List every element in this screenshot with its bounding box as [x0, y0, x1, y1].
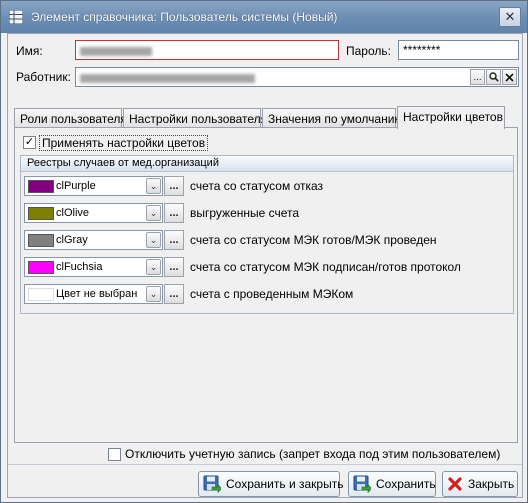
save-and-close-button[interactable]: Сохранить и закрыть [198, 471, 344, 497]
title-bar[interactable]: Элемент справочника: Пользователь систем… [1, 1, 527, 33]
close-label: Закрыть [468, 477, 515, 491]
save-icon [353, 475, 371, 493]
color-row: clOlive ⌄... выгруженные счета [24, 203, 504, 223]
password-label: Пароль: [346, 44, 391, 58]
color-name: clGray [56, 234, 88, 246]
group-title: Реестры случаев от мед.организаций [21, 156, 513, 172]
color-picker-button[interactable]: ... [164, 203, 184, 223]
grid-icon [9, 10, 23, 24]
color-swatch [28, 288, 54, 301]
tab-user-settings[interactable]: Настройки пользователя [123, 108, 267, 128]
chevron-down-icon[interactable]: ⌄ [146, 232, 161, 248]
worker-input[interactable]: ... [75, 67, 519, 87]
close-x-icon [448, 477, 462, 491]
worker-select-button[interactable]: ... [470, 69, 485, 85]
dialog-body: Имя: Пароль: ******** Работник: ... Роли… [7, 33, 523, 498]
color-swatch [28, 261, 54, 274]
chevron-down-icon[interactable]: ⌄ [146, 259, 161, 275]
color-row: clGray ⌄... счета со статусом МЭК готов/МЭ… [24, 230, 504, 250]
color-swatch [28, 234, 54, 247]
close-icon: ✕ [504, 9, 516, 24]
search-icon [488, 72, 499, 82]
color-row-description: счета со статусом отказ [190, 179, 324, 193]
save-label: Сохранить [376, 477, 436, 491]
window-close-button[interactable]: ✕ [499, 7, 521, 27]
tab-default-values[interactable]: Значения по умолчанию [262, 108, 403, 128]
tab-color-settings[interactable]: Настройки цветов [397, 106, 505, 129]
name-input[interactable] [75, 40, 339, 60]
color-select[interactable]: clFuchsia ⌄ [24, 257, 163, 277]
password-input[interactable]: ******** [398, 40, 519, 60]
color-row: Цвет не выбран ⌄... счета с проведенным МЭ… [24, 284, 504, 304]
color-picker-button[interactable]: ... [164, 284, 184, 304]
color-row: clFuchsia ⌄... счета со статусом МЭК подпи… [24, 257, 504, 277]
apply-colors-checkbox[interactable]: ✓ [23, 136, 36, 149]
color-row-description: счета со статусом МЭК подписан/готов про… [190, 260, 461, 274]
save-button[interactable]: Сохранить [348, 471, 436, 497]
color-select[interactable]: clGray ⌄ [24, 230, 163, 250]
chevron-down-icon[interactable]: ⌄ [146, 286, 161, 302]
color-row: clPurple ⌄... счета со статусом отказ [24, 176, 504, 196]
color-row-description: счета с проведенным МЭКом [190, 287, 354, 301]
color-picker-button[interactable]: ... [164, 176, 184, 196]
color-swatch [28, 207, 54, 220]
worker-label: Работник: [16, 70, 71, 84]
footer-divider [8, 464, 522, 465]
name-label: Имя: [16, 44, 43, 58]
disable-account-checkbox[interactable] [108, 448, 121, 461]
color-picker-button[interactable]: ... [164, 257, 184, 277]
color-row-description: счета со статусом МЭК готов/МЭК проведен [190, 233, 437, 247]
color-name: Цвет не выбран [56, 288, 138, 300]
color-name: clPurple [56, 180, 96, 192]
name-value-redacted [80, 47, 152, 57]
save-close-icon [203, 475, 221, 493]
chevron-down-icon[interactable]: ⌄ [146, 205, 161, 221]
worker-value-redacted [80, 74, 255, 84]
color-picker-button[interactable]: ... [164, 230, 184, 250]
window-title: Элемент справочника: Пользователь систем… [31, 10, 338, 24]
color-select[interactable]: Цвет не выбран ⌄ [24, 284, 163, 304]
worker-search-button[interactable] [486, 69, 501, 85]
color-settings-panel: ✓ Применять настройки цветов Реестры слу… [14, 127, 518, 443]
close-button[interactable]: Закрыть [442, 471, 518, 497]
dialog-window: Элемент справочника: Пользователь систем… [0, 0, 528, 503]
save-and-close-label: Сохранить и закрыть [226, 477, 344, 491]
registry-colors-group: Реестры случаев от мед.организаций clPur… [20, 155, 514, 314]
color-select[interactable]: clPurple ⌄ [24, 176, 163, 196]
clear-icon [505, 72, 514, 82]
apply-colors-label[interactable]: Применять настройки цветов [39, 135, 209, 151]
color-select[interactable]: clOlive ⌄ [24, 203, 163, 223]
chevron-down-icon[interactable]: ⌄ [146, 178, 161, 194]
worker-clear-button[interactable] [502, 69, 517, 85]
tab-user-roles[interactable]: Роли пользователя [14, 108, 127, 128]
color-name: clOlive [56, 207, 90, 219]
color-row-description: выгруженные счета [190, 206, 300, 220]
color-name: clFuchsia [56, 261, 103, 273]
disable-account-label[interactable]: Отключить учетную запись (запрет входа п… [125, 447, 500, 461]
color-swatch [28, 180, 54, 193]
